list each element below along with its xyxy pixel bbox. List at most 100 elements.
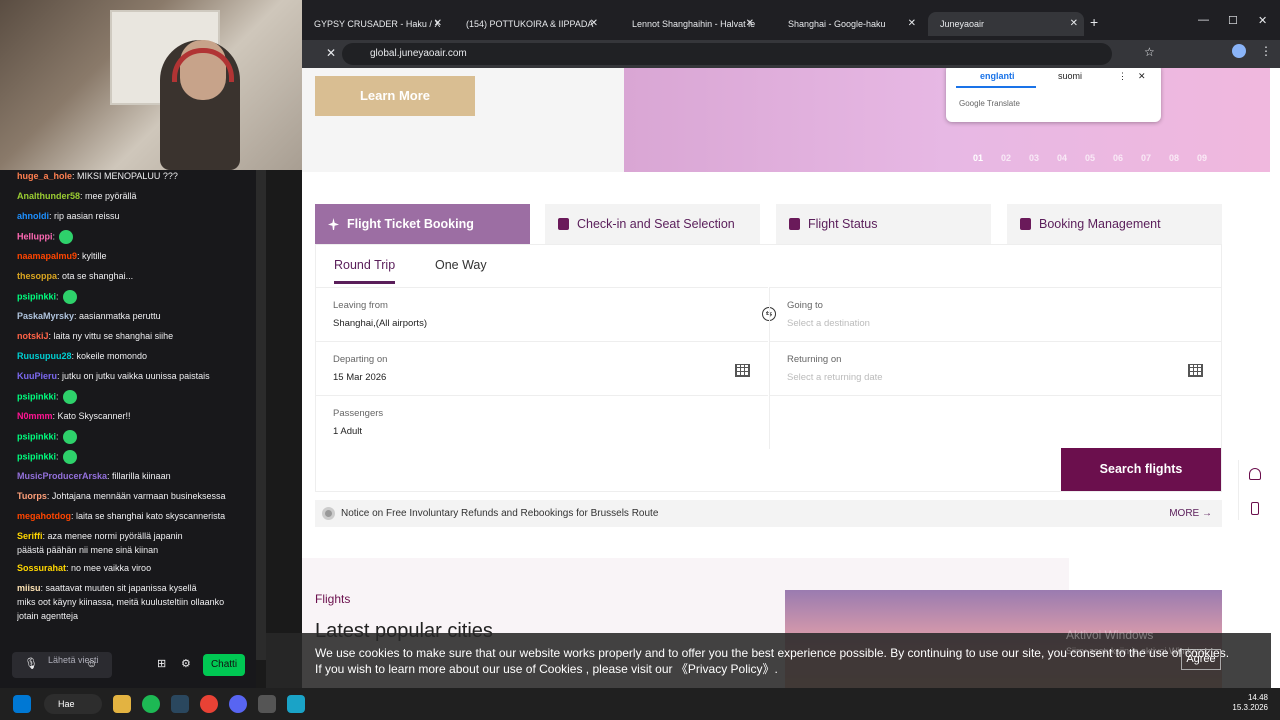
browser-tab[interactable]: Lennot Shanghaihin - Halvat le ✕ [620,12,760,36]
slide-indicator[interactable]: 07 [1141,153,1151,163]
search-flights-button[interactable]: Search flights [1061,448,1221,491]
round-trip-tab[interactable]: Round Trip [334,258,396,284]
app-icon[interactable] [287,695,305,713]
chat-text: : [56,451,59,462]
close-icon[interactable]: ✕ [434,12,442,36]
chat-username[interactable]: Ruusupuu28 [17,351,72,361]
close-icon[interactable]: ✕ [1138,71,1146,82]
chat-username[interactable]: naamapalmu9 [17,251,77,261]
notice-text[interactable]: Notice on Free Involuntary Refunds and R… [341,508,658,519]
tab-checkin-seat[interactable]: Check-in and Seat Selection [545,204,760,244]
browser-tab-active[interactable]: Juneyaoair ✕ [928,12,1084,36]
chat-username[interactable]: Tuorps [17,491,47,501]
menu-icon[interactable]: ⋮ [1260,44,1272,58]
chat-username[interactable]: Seriffi [17,531,43,541]
spotify-icon[interactable] [142,695,160,713]
steam-icon[interactable] [171,695,189,713]
tab-title: Lennot Shanghaihin - Halvat le [632,19,756,29]
browser-tabbar: GYPSY CRUSADER - Haku / X ✕ (154) POTTUKO… [302,0,1280,44]
webcam-feed [0,0,302,170]
slide-indicator[interactable]: 04 [1057,153,1067,163]
chat-username[interactable]: huge_a_hole [17,171,72,181]
emoji-icon[interactable]: ☺ [86,658,98,670]
leaving-from-field[interactable]: Leaving from Shanghai,(All airports) [316,287,768,341]
calendar-icon[interactable] [1188,364,1203,377]
chat-username[interactable]: thesoppa [17,271,57,281]
minimize-icon[interactable]: — [1198,14,1209,26]
browser-tab[interactable]: GYPSY CRUSADER - Haku / X ✕ [302,12,448,36]
going-to-field[interactable]: Going to Select a destination [769,287,1221,341]
mic-icon[interactable]: 🎙 [24,658,38,670]
calendar-icon[interactable] [735,364,750,377]
returning-field[interactable]: Returning on Select a returning date [769,341,1221,395]
bookmark-star-icon[interactable]: ☆ [1144,45,1155,59]
chat-username[interactable]: Sossurahat [17,563,66,573]
close-icon[interactable]: ✕ [590,12,598,36]
chat-username[interactable]: MusicProducerArska [17,471,107,481]
slide-indicator[interactable]: 05 [1085,153,1095,163]
tab-flight-status[interactable]: Flight Status [776,204,991,244]
browser-tab[interactable]: Shanghai - Google-haku ✕ [776,12,922,36]
emote-icon [62,290,77,304]
new-tab-icon[interactable]: + [1090,14,1098,30]
passengers-field[interactable]: Passengers 1 Adult [316,395,768,449]
chat-username[interactable]: psipinkki [17,291,56,301]
chat-username[interactable]: N0mmm [17,411,53,421]
slide-indicator[interactable]: 02 [1001,153,1011,163]
one-way-tab[interactable]: One Way [435,258,487,272]
chat-username[interactable]: psipinkki [17,391,56,401]
chat-text: : [52,231,56,242]
notice-bar[interactable]: Notice on Free Involuntary Refunds and R… [315,500,1222,527]
settings-icon[interactable]: ⚙ [181,658,193,670]
address-bar[interactable]: global.juneyaoair.com [342,43,1112,65]
chat-username[interactable]: miisu [17,583,41,593]
mobile-icon[interactable] [1251,502,1259,515]
user-icon[interactable] [1249,468,1261,480]
slide-indicator[interactable]: 01 [973,153,983,163]
chat-username[interactable]: psipinkki [17,451,56,461]
chat-username[interactable]: megahotdog [17,511,71,521]
tab-booking-management[interactable]: Booking Management [1007,204,1222,244]
chat-username[interactable]: KuuPieru [17,371,57,381]
obs-icon[interactable] [258,695,276,713]
gift-icon[interactable]: ⊞ [157,658,169,670]
tab-label: Flight Status [808,217,878,231]
taskbar-search[interactable]: Hae [44,694,102,714]
chat-username[interactable]: Analthunder58 [17,191,80,201]
chat-send-button[interactable]: Chatti [203,654,245,676]
more-options-icon[interactable]: ⋮ [1118,71,1127,82]
chat-username[interactable]: notskiJ [17,331,49,341]
close-window-icon[interactable]: ✕ [1258,14,1267,27]
translate-lang-from[interactable]: englanti [980,71,1015,81]
chat-username[interactable]: ahnoldi [17,211,49,221]
discord-icon[interactable] [229,695,247,713]
slide-indicator[interactable]: 08 [1169,153,1179,163]
file-explorer-icon[interactable] [113,695,131,713]
slide-indicator[interactable]: 09 [1197,153,1207,163]
learn-more-button[interactable]: Learn More [315,76,475,116]
clock[interactable]: 14.48 15.3.2026 [1232,693,1268,713]
chrome-icon[interactable] [200,695,218,713]
chat-username[interactable]: PaskaMyrsky [17,311,74,321]
maximize-icon[interactable]: ☐ [1228,14,1238,27]
tab-label: Booking Management [1039,217,1161,231]
chat-text: : Johtajana mennään varmaan busineksessa [46,491,226,501]
close-icon[interactable]: ✕ [1070,12,1078,36]
browser-tab[interactable]: (154) POTTUKOIRA & IIPPADA ✕ [454,12,604,36]
tab-flight-ticket-booking[interactable]: Flight Ticket Booking [315,204,530,244]
chat-username[interactable]: Helluppi [17,231,53,241]
start-icon[interactable] [13,695,31,713]
chat-text: : laita ny vittu se shanghai siihe [48,331,174,341]
translate-lang-to[interactable]: suomi [1058,71,1082,81]
profile-avatar[interactable] [1232,44,1246,58]
stream-chat: huge_a_hole: MIKSI MENOPALUU ??? Analthun… [0,170,256,688]
stop-loading-icon[interactable]: ✕ [326,46,336,60]
close-icon[interactable]: ✕ [908,12,916,36]
close-icon[interactable]: ✕ [746,12,754,36]
chat-text: päästä päähän nii mene sinä kiinan [17,545,159,555]
chat-username[interactable]: psipinkki [17,431,56,441]
more-link[interactable]: MORE → [1169,500,1212,527]
departing-field[interactable]: Departing on 15 Mar 2026 [316,341,768,395]
slide-indicator[interactable]: 06 [1113,153,1123,163]
slide-indicator[interactable]: 03 [1029,153,1039,163]
